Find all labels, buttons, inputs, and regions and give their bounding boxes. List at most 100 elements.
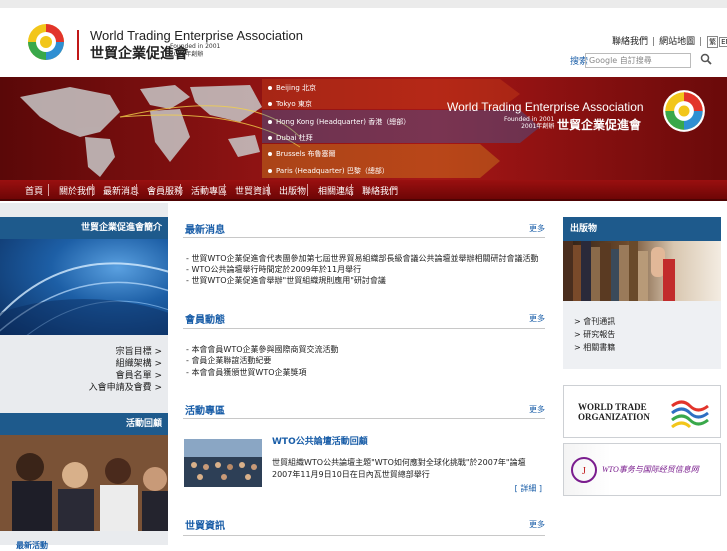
main-content: 最新消息 更多 - 世貿WTO企業促進會代表團參加第七屆世界貿易組織部長級會議公… [183,203,545,545]
publications-links: > 會刊通訊 > 研究報告 > 相關書籍 [574,315,615,354]
event-detail-link[interactable]: [ 詳細 ] [515,483,542,494]
sidebar-latest-label[interactable]: 最新活動 [16,540,48,551]
sidebar-link-mission[interactable]: 宗旨目標 > [89,346,162,358]
news-item[interactable]: - WTO公共論壇舉行時間定於2009年於11月舉行 [186,264,361,275]
banner-title-cn: 世貿企業促進會 [557,118,642,132]
globe-image [0,239,168,335]
event-summary: 世貿組織WTO公共論壇主題"WTO如何應對全球化挑戰"於2007年"論壇2007… [272,458,526,479]
section-divider [183,328,545,329]
nav-contact[interactable]: 聯絡我們 [362,184,398,197]
hero-banner: Beijing 北京 Tokyo 東京 Hong Kong (Headquart… [0,77,727,180]
wto-logo-icon [671,400,709,429]
nav-home[interactable]: 首頁 [25,184,43,197]
bookshelf-graphic [563,241,675,301]
section-title-members: 會員動態 [185,315,225,326]
search-icon[interactable] [700,53,712,65]
event-title[interactable]: WTO公共論壇活動回顧 [272,434,368,447]
more-link[interactable]: 更多 [529,223,545,234]
nav-publications[interactable]: 出版物 [279,184,306,197]
nav-news[interactable]: 最新消息 [103,184,139,197]
banner-city: Beijing 北京 [262,80,316,96]
section-title-events: 活動專區 [185,406,225,417]
banner-logo-icon [663,90,705,132]
news-item[interactable]: - 會員企業聯誼活動紀要 [186,355,271,366]
wto-banner-link[interactable]: WORLD TRADE ORGANIZATION [563,385,721,438]
more-link[interactable]: 更多 [529,313,545,324]
logo-divider [77,30,79,60]
news-item-text[interactable]: WTO公共論壇舉行時間定於2009年於11月舉行 [191,265,361,274]
nav-links[interactable]: 相關連結 [318,184,354,197]
banner-city: Paris (Headquarter) 巴黎（總部） [262,163,389,179]
section-title-news: 最新消息 [185,225,225,236]
main-nav: 首頁 關於我們 最新消息 會員服務 活動專區 世貿資訊 出版物 相關連結 聯絡我… [0,180,727,201]
nav-separator [351,184,352,196]
search-input[interactable]: Google 自訂搜尋 [585,53,691,68]
top-strip [0,0,727,8]
publication-link[interactable]: > 研究報告 [574,328,615,341]
wto-line2: ORGANIZATION [578,412,650,422]
nav-separator [92,184,93,196]
banner-title-en: World Trading Enterprise Association [447,100,644,114]
nav-members[interactable]: 會員服務 [147,184,183,197]
founded-en: Founded in 2001 [170,43,221,50]
event-photo[interactable] [184,439,262,487]
publications-box: 出版物 > 會刊通訊 > 研究報告 > 相關書籍 [563,217,721,369]
sidebar-link-join[interactable]: 入會申請及會費 > [89,382,162,394]
sidebar-intro-links: 宗旨目標 > 組織架構 > 會員名單 > 入會申請及會費 > [89,346,162,394]
logo-title-en: World Trading Enterprise Association [90,28,303,43]
right-sidebar: 出版物 > 會刊通訊 > 研究報告 > 相關書籍 WORLD TRADE ORG… [563,217,721,545]
section-title-wto: 世貿資訊 [185,521,225,532]
news-item-text[interactable]: 世貿WTO企業促進會舉辦"世貿組織規則應用"研討會議 [191,276,385,285]
banner-founded-en: Founded in 2001 [504,116,555,123]
link-separator: | [699,37,703,47]
association-logo-icon[interactable] [26,22,66,62]
sidebar-events-title: 活動回顧 [0,413,168,435]
news-item[interactable]: - 世貿WTO企業促進會代表團參加第七屆世界貿易組織部長級會議公共論壇並舉辦相關… [186,253,539,264]
nav-separator [224,184,225,196]
wto-info-network-logo-icon: J [571,457,597,483]
section-divider [183,237,545,238]
sitemap-link[interactable]: 網站地圖 [659,37,695,47]
news-item-text[interactable]: 本會會員WTO企業參與國際商貿交流活動 [191,345,338,354]
sidebar-link-members[interactable]: 會員名單 > [89,370,162,382]
founded-cn: 2001年創辦 [170,51,204,58]
nav-events[interactable]: 活動專區 [191,184,227,197]
link-separator: | [652,37,656,47]
nav-separator [268,184,269,196]
wto-info-network-link[interactable]: J WTO事务与国际经贸信息网 [563,443,721,496]
globe-arcs-graphic [0,262,168,335]
wto-line1: WORLD TRADE [578,402,647,412]
publication-link[interactable]: > 相關書籍 [574,341,615,354]
banner-founded: Founded in 2001 2001年創辦 [504,116,554,130]
contact-link[interactable]: 聯絡我們 [612,37,648,47]
nav-separator [136,184,137,196]
lang-en-button[interactable]: EN [719,37,727,47]
nav-wto-info[interactable]: 世貿資訊 [235,184,271,197]
news-item-text[interactable]: 會員企業聯誼活動紀要 [191,356,271,365]
news-item-text[interactable]: 世貿WTO企業促進會代表團參加第七屆世界貿易組織部長級會議公共論壇並舉辦相關研討… [191,254,538,263]
news-item[interactable]: - 本會會員WTO企業參與國際商貿交流活動 [186,344,339,355]
left-sidebar: 世貿企業促進會簡介 宗旨目標 > 組織架構 > 會員名單 > 入會申請及會費 >… [0,203,168,550]
banner-city: Hong Kong (Headquarter) 香港（總部） [262,114,410,130]
banner-city: Brussels 布魯塞爾 [262,146,336,162]
wto-banner-text: WORLD TRADE ORGANIZATION [578,402,650,422]
news-item-text[interactable]: 本會會員獲頒世貿WTO企業獎項 [191,368,306,377]
banner-founded-cn: 2001年創辦 [521,123,555,130]
logo-founded: Founded in 2001 2001年創辦 [170,43,220,59]
lang-traditional-button[interactable]: 繁 [707,36,719,48]
bookshelf-image[interactable] [563,241,721,301]
nav-about[interactable]: 關於我們 [59,184,95,197]
news-item[interactable]: - 本會會員獲頒世貿WTO企業獎項 [186,367,307,378]
nav-separator [48,184,49,196]
more-link[interactable]: 更多 [529,404,545,415]
publications-title: 出版物 [563,217,721,241]
sidebar-intro-title: 世貿企業促進會簡介 [0,217,168,239]
event-photo-graphic [184,439,262,487]
news-item[interactable]: - 世貿WTO企業促進會舉辦"世貿組織規則應用"研討會議 [186,275,386,286]
section-divider [183,535,545,536]
publication-link[interactable]: > 會刊通訊 [574,315,615,328]
more-link[interactable]: 更多 [529,519,545,530]
conference-photo[interactable] [0,435,168,531]
banner-city: Tokyo 東京 [262,96,312,112]
sidebar-link-structure[interactable]: 組織架構 > [89,358,162,370]
